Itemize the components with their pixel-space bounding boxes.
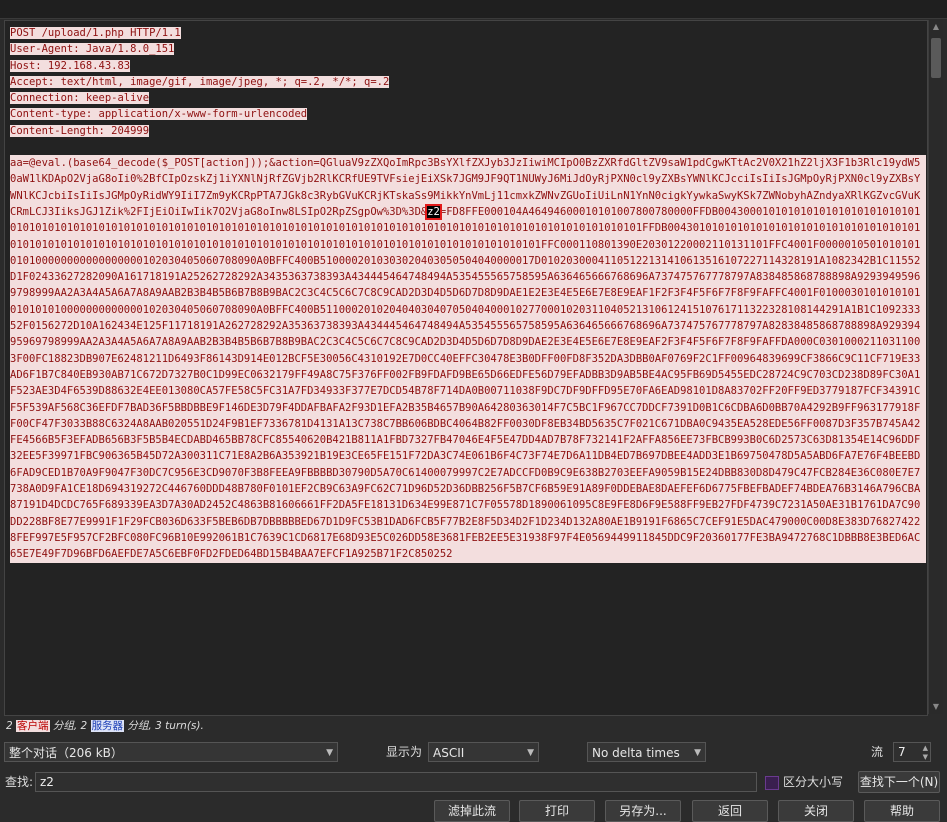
header-text: Host: 192.168.43.83 [10, 59, 131, 72]
server-packets-label: 服务器 [90, 720, 125, 732]
search-match-highlight: z2 [425, 203, 442, 220]
conversation-summary: 2 客户端 分组, 2 服务器 分组, 3 turn(s). [6, 718, 204, 733]
stream-number-spinbox[interactable]: 7 ▲ ▼ [893, 742, 931, 762]
find-label: 查找: [5, 775, 34, 789]
chevron-down-icon: ▼ [527, 748, 534, 758]
client-packets-label: 客户端 [16, 720, 50, 732]
header-content-length: Content-Length: 204999 [10, 123, 927, 139]
header-text: Content-type: application/x-www-form-url… [10, 108, 308, 121]
spin-down-icon[interactable]: ▼ [923, 753, 928, 761]
delta-times-value: No delta times [592, 746, 680, 760]
header-accept: Accept: text/html, image/gif, image/jpeg… [10, 74, 927, 90]
display-as-label: 显示为 [386, 745, 423, 759]
close-button[interactable]: 关闭 [778, 800, 854, 822]
find-next-button[interactable]: 查找下一个(N) [858, 771, 940, 793]
header-connection: Connection: keep-alive [10, 90, 927, 106]
print-button[interactable]: 打印 [519, 800, 595, 822]
summary-text: 2 [6, 720, 17, 732]
header-text: Connection: keep-alive [10, 92, 150, 105]
vertical-scrollbar[interactable]: ▲ ▼ [928, 20, 943, 714]
filter-out-button[interactable]: 滤掉此流 [434, 800, 510, 822]
display-as-select[interactable]: ASCII ▼ [428, 742, 539, 762]
header-content-type: Content-type: application/x-www-form-url… [10, 106, 927, 122]
summary-text: 分组, 2 [49, 720, 91, 732]
stream-content-area[interactable]: POST /upload/1.php HTTP/1.1 User-Agent: … [4, 20, 928, 716]
match-case-label: 区分大小写 [783, 775, 844, 789]
back-button[interactable]: 返回 [692, 800, 768, 822]
body-text-part: =FD8FFE000104A46494600010101007800780000… [10, 205, 921, 561]
chevron-down-icon: ▼ [694, 748, 701, 758]
header-text: POST /upload/1.php HTTP/1.1 [10, 27, 181, 39]
header-text: User-Agent: Java/1.8.0_151 [10, 43, 175, 56]
conversation-select[interactable]: 整个对话（206 kB） ▼ [4, 742, 338, 762]
header-user-agent: User-Agent: Java/1.8.0_151 [10, 41, 927, 57]
header-text: Accept: text/html, image/gif, image/jpeg… [10, 75, 390, 88]
scroll-thumb[interactable] [931, 38, 941, 78]
summary-text: 分组, 3 turn(s). [124, 720, 204, 732]
delta-times-select[interactable]: No delta times ▼ [587, 742, 706, 762]
help-button[interactable]: 帮助 [864, 800, 940, 822]
display-as-value: ASCII [433, 746, 465, 760]
stream-number-value: 7 [898, 745, 906, 759]
header-text: Content-Length: 204999 [10, 124, 150, 137]
scroll-up-icon[interactable]: ▲ [929, 20, 943, 34]
stream-label: 流 [871, 745, 884, 759]
request-body: aa=@eval.(base64_decode($_POST[action]))… [10, 155, 926, 563]
window-titlebar [0, 0, 947, 19]
chevron-down-icon: ▼ [326, 748, 333, 758]
match-case-checkbox[interactable] [765, 776, 779, 790]
save-as-button[interactable]: 另存为... [605, 800, 681, 822]
header-host: Host: 192.168.43.83 [10, 58, 927, 74]
scroll-down-icon[interactable]: ▼ [929, 700, 943, 714]
header-body-separator [10, 139, 927, 155]
find-input[interactable] [35, 772, 757, 792]
request-line: POST /upload/1.php HTTP/1.1 [10, 25, 927, 41]
spin-up-icon[interactable]: ▲ [923, 744, 928, 752]
conversation-select-value: 整个对话（206 kB） [9, 746, 123, 760]
